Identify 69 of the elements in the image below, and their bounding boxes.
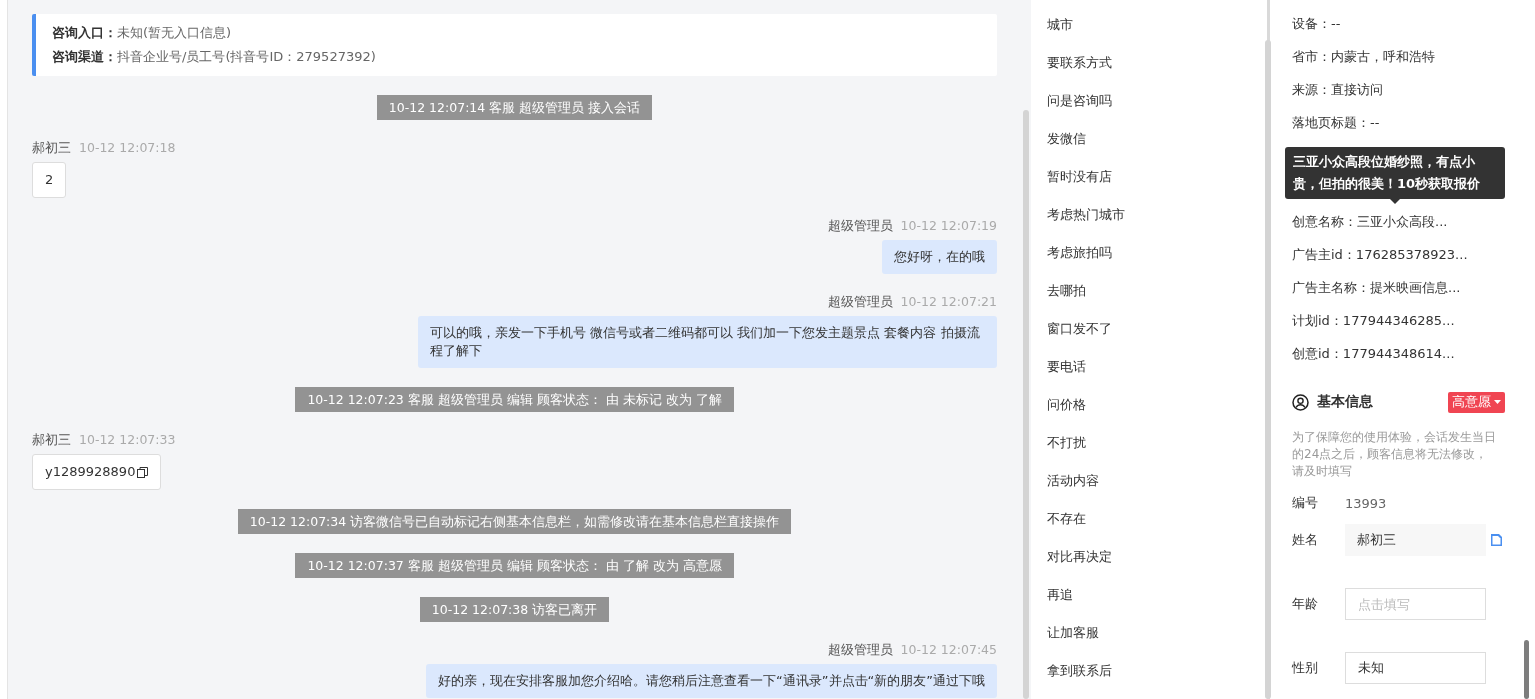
message-bubble: 可以的哦，亲发一下手机号 微信号或者二维码都可以 我们加一下您发主题景点 套餐内容 拍摄流程了解下 <box>418 316 997 368</box>
visitor-info-text: 来源：直接访问 <box>1292 81 1383 99</box>
visitor-info-text: 计划id：177944346285... <box>1292 312 1455 330</box>
message-time: 10-12 12:07:33 <box>79 432 176 447</box>
consult-info-text: 咨询入口：未知(暂无入口信息) <box>52 24 233 42</box>
quick-reply-item[interactable]: 要电话 <box>1031 357 1267 395</box>
quick-reply-item[interactable]: 再追 <box>1031 585 1267 623</box>
quick-reply-item[interactable]: 窗口发不了 <box>1031 319 1267 357</box>
input-field[interactable]: 点击填写 <box>1345 588 1486 620</box>
quick-reply-item[interactable]: 问是咨询吗 <box>1031 91 1267 129</box>
quick-reply-item[interactable]: 不打扰 <box>1031 433 1267 471</box>
message-bubble: 2 <box>32 162 67 198</box>
message-time: 10-12 12:07:21 <box>900 294 997 309</box>
system-notice: 10-12 12:07:23 客服 超级管理员 编辑 顾客状态： 由 未标记 改为 了解 <box>295 387 734 412</box>
message-bubble: 好的亲，现在安排客服加您介绍哈。请您稍后注意查看一下“通讯录”并点击“新的朋友”通过下哦 <box>426 664 997 698</box>
quick-reply-item[interactable]: 暂时没有店 <box>1031 167 1267 205</box>
visitor-info-text: 广告主id：176285378923... <box>1292 246 1468 264</box>
tooltip: 三亚小众高段位婚纱照，有点小贵，但拍的很美！10秒获取报价 <box>1285 147 1505 204</box>
scrollbar[interactable] <box>1524 640 1529 699</box>
caret-icon <box>1494 400 1501 404</box>
quick-reply-item[interactable]: 发微信 <box>1031 129 1267 167</box>
tooltip-pointer-icon <box>1390 199 1400 204</box>
field-value: 13993 <box>1345 495 1387 511</box>
quick-reply-item[interactable]: 去哪拍 <box>1031 281 1267 319</box>
field-label: 性别 <box>1292 659 1319 677</box>
quick-reply-item[interactable]: 城市 <box>1031 15 1267 53</box>
sender-name: 超级管理员 <box>827 641 893 659</box>
scrollbar[interactable] <box>1023 110 1029 699</box>
system-notice: 10-12 12:07:38 访客已离开 <box>419 597 610 622</box>
consult-info-text: 咨询渠道：抖音企业号/员工号(抖音号ID：279527392) <box>52 48 377 66</box>
document-icon[interactable] <box>1490 533 1503 547</box>
system-notice: 10-12 12:07:37 客服 超级管理员 编辑 顾客状态： 由 了解 改为 高意愿 <box>295 553 734 578</box>
message-time: 10-12 12:07:45 <box>900 642 997 657</box>
visitor-info-text: 创意名称：三亚小众高段... <box>1292 213 1448 231</box>
message-time: 10-12 12:07:19 <box>900 218 997 233</box>
quick-reply-item[interactable]: 拿到联系后 <box>1031 661 1267 699</box>
visitor-info-text: 创意id：177944348614... <box>1292 345 1455 363</box>
field-label: 年龄 <box>1292 595 1319 613</box>
notice-text: 为了保障您的使用体验，会话发生当日的24点之后，顾客信息将无法修改，请及时填写 <box>1292 429 1497 480</box>
quick-reply-item[interactable]: 考虑热门城市 <box>1031 205 1267 243</box>
sender-name: 郝初三 <box>32 139 71 157</box>
message-bubble: 您好呀，在的哦 <box>882 240 997 274</box>
message-time: 10-12 12:07:18 <box>79 140 176 155</box>
sender-name: 超级管理员 <box>827 217 893 235</box>
field-label: 编号 <box>1292 494 1319 512</box>
field-label: 姓名 <box>1292 531 1319 549</box>
visitor-info-text: 省市：内蒙古，呼和浩特 <box>1292 48 1435 66</box>
section-title: 基本信息 <box>1317 393 1373 411</box>
system-notice: 10-12 12:07:34 访客微信号已自动标记右侧基本信息栏，如需修改请在基本信息栏直接操作 <box>237 509 792 534</box>
quick-reply-item[interactable]: 对比再决定 <box>1031 547 1267 585</box>
user-circle-icon <box>1292 393 1309 411</box>
status-dropdown[interactable]: 高意愿 <box>1448 391 1505 413</box>
copy-icon[interactable] <box>137 466 149 478</box>
name-field[interactable]: 郝初三 <box>1345 524 1486 556</box>
sender-name: 郝初三 <box>32 431 71 449</box>
quick-reply-item[interactable]: 问价格 <box>1031 395 1267 433</box>
input-field[interactable]: 未知 <box>1345 652 1486 684</box>
quick-reply-item[interactable]: 不存在 <box>1031 509 1267 547</box>
sender-name: 超级管理员 <box>827 293 893 311</box>
visitor-info-text: 广告主名称：提米映画信息... <box>1292 279 1461 297</box>
scrollbar[interactable] <box>1265 40 1271 699</box>
quick-reply-item[interactable]: 让加客服 <box>1031 623 1267 661</box>
quick-reply-item[interactable]: 活动内容 <box>1031 471 1267 509</box>
quick-reply-item[interactable]: 考虑旅拍吗 <box>1031 243 1267 281</box>
quick-reply-item[interactable]: 要联系方式 <box>1031 53 1267 91</box>
visitor-info-text: 设备：-- <box>1292 15 1341 33</box>
visitor-info-text: 落地页标题：-- <box>1292 114 1380 132</box>
message-bubble: y1289928890 <box>32 454 162 490</box>
system-notice: 10-12 12:07:14 客服 超级管理员 接入会话 <box>376 95 653 120</box>
